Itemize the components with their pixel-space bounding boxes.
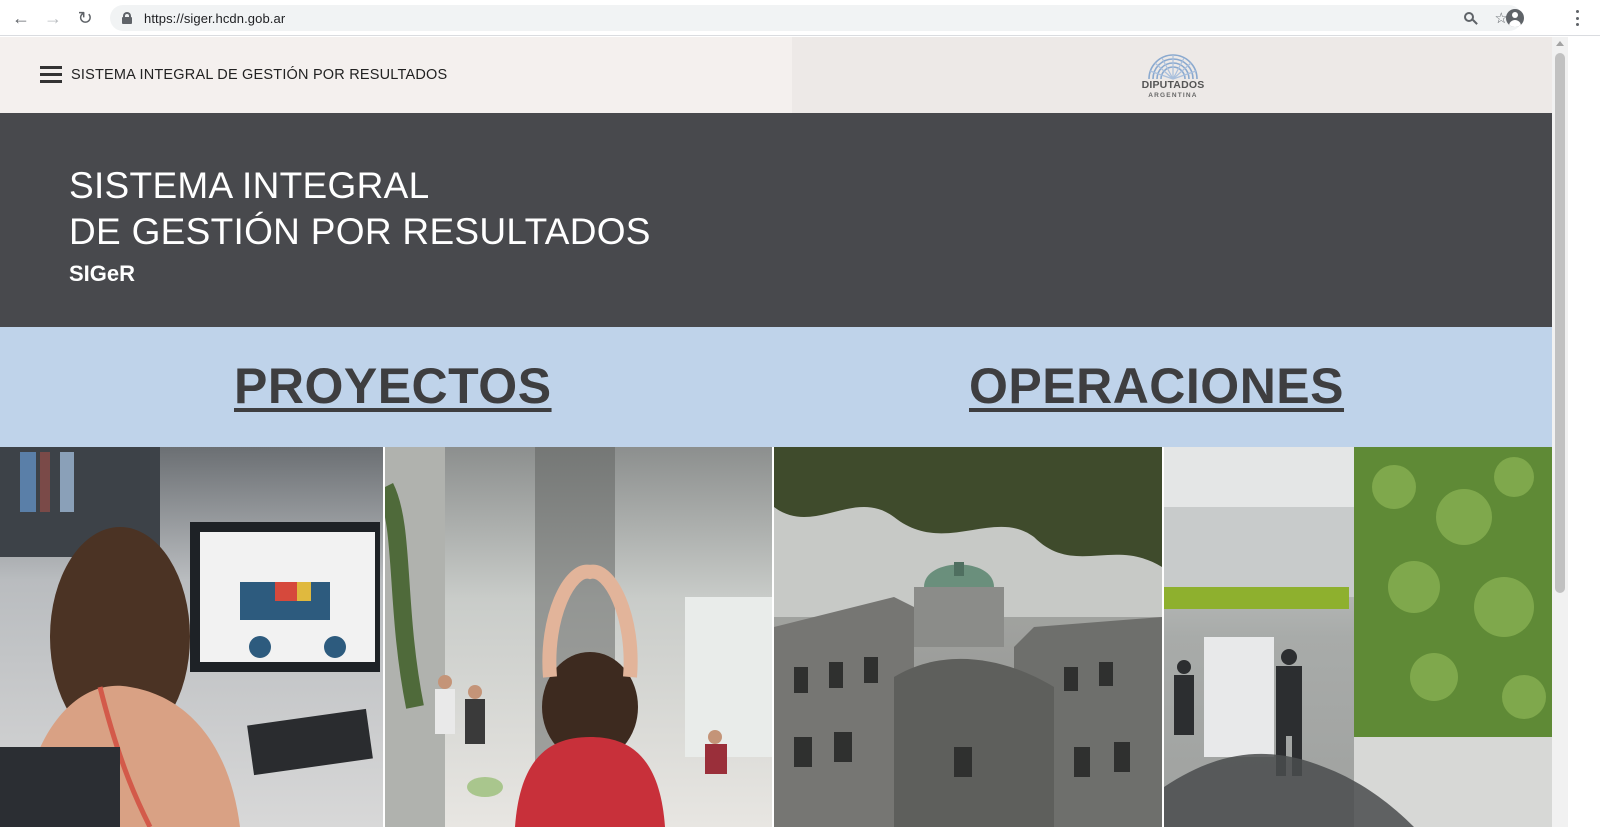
logo-text-argentina: ARGENTINA [1148, 92, 1198, 99]
menu-dots-icon[interactable] [1567, 8, 1587, 28]
scroll-up-arrow-icon[interactable] [1556, 41, 1564, 46]
site-title: SISTEMA INTEGRAL DE GESTIÓN POR RESULTAD… [71, 67, 448, 83]
logo-text-diputados: DIPUTADOS [1141, 79, 1205, 91]
photo-lobby-green-wall[interactable] [1164, 447, 1552, 827]
photo-yoga-class[interactable] [385, 447, 772, 827]
projects-link[interactable]: PROYECTOS [234, 357, 552, 415]
reload-icon[interactable]: ↻ [69, 0, 101, 36]
diputados-logo[interactable]: DIPUTADOS ARGENTINA [1137, 50, 1209, 106]
address-bar[interactable]: https://siger.hcdn.gob.ar ☆ [110, 5, 1522, 31]
dome-logo-icon [1148, 54, 1198, 80]
vertical-scrollbar[interactable] [1552, 37, 1568, 827]
photo-office-computer[interactable] [0, 447, 383, 827]
operations-link[interactable]: OPERACIONES [969, 357, 1344, 415]
hamburger-menu-icon[interactable] [40, 66, 62, 83]
url-text[interactable]: https://siger.hcdn.gob.ar [144, 11, 285, 26]
photo-strip [0, 447, 1552, 827]
hero-banner: SISTEMA INTEGRAL DE GESTIÓN POR RESULTAD… [0, 113, 1552, 327]
hero-title-line1: SISTEMA INTEGRAL [69, 165, 430, 206]
page-viewport: SISTEMA INTEGRAL DE GESTIÓN POR RESULTAD… [0, 37, 1552, 827]
section-links-band: PROYECTOS OPERACIONES [0, 327, 1552, 447]
hero-abbreviation: SIGeR [69, 261, 136, 286]
profile-icon[interactable] [1506, 9, 1524, 27]
lock-icon [122, 12, 132, 24]
zoom-icon[interactable] [1463, 11, 1478, 25]
header-left-panel: SISTEMA INTEGRAL DE GESTIÓN POR RESULTAD… [0, 37, 792, 113]
scrollbar-thumb[interactable] [1555, 53, 1565, 593]
back-icon[interactable]: ← [5, 0, 37, 36]
forward-icon[interactable]: → [37, 0, 69, 36]
site-header: SISTEMA INTEGRAL DE GESTIÓN POR RESULTAD… [0, 37, 1552, 113]
browser-toolbar: ← → ↻ https://siger.hcdn.gob.ar ☆ [0, 0, 1600, 36]
hero-title-line2: DE GESTIÓN POR RESULTADOS [69, 211, 651, 252]
header-right-panel: DIPUTADOS ARGENTINA [792, 37, 1552, 113]
photo-congress-building[interactable] [774, 447, 1162, 827]
